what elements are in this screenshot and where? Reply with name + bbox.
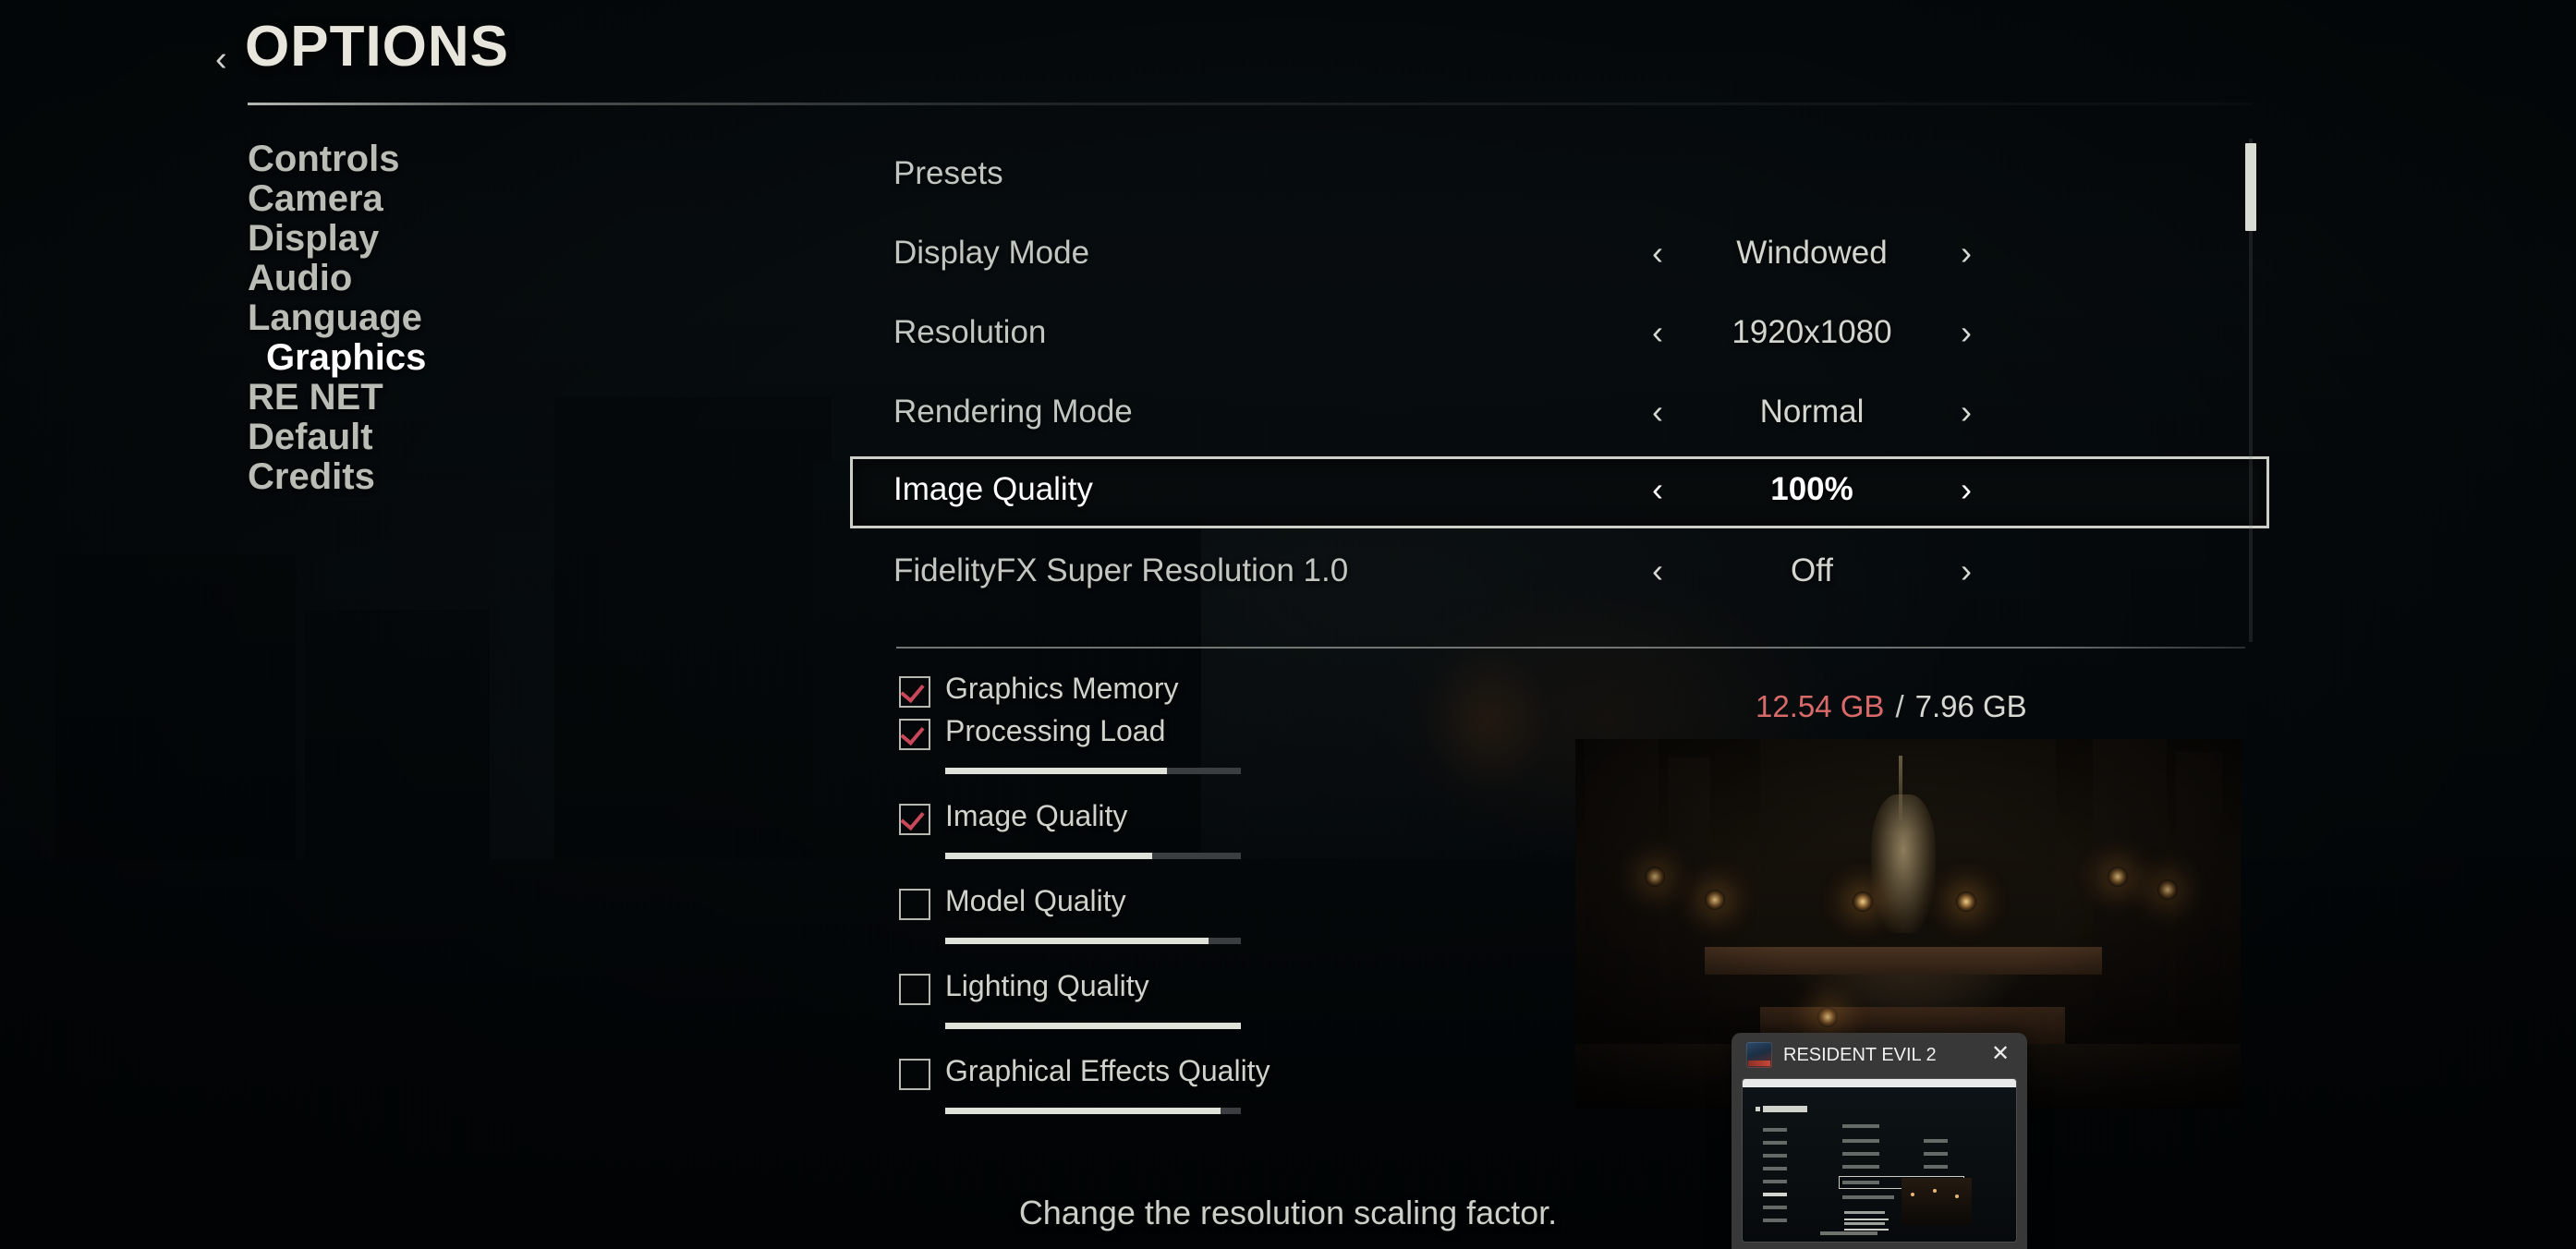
setting-label: Image Quality bbox=[893, 471, 1093, 507]
chevron-left-icon[interactable]: ‹ bbox=[1639, 551, 1676, 591]
thumbnail-page-title bbox=[1763, 1106, 1807, 1112]
setting-row-fidelityfx-super-resolution-1-0[interactable]: FidelityFX Super Resolution 1.0 ‹ Off › bbox=[869, 536, 2245, 606]
checkbox-unchecked-icon[interactable] bbox=[899, 889, 930, 920]
options-sidebar: Controls Camera Display Audio Language Graphi… bbox=[0, 139, 739, 804]
memory-used-value: 12.54 GB bbox=[1756, 689, 1885, 723]
setting-row-image-quality[interactable]: Image Quality ‹ 100% › bbox=[850, 456, 2269, 528]
chevron-right-icon[interactable]: › bbox=[1948, 551, 1985, 591]
sidebar-item-camera[interactable]: Camera bbox=[248, 178, 383, 219]
thumbnail-sidebar-item bbox=[1763, 1154, 1787, 1158]
thumbnail-titlebar bbox=[1743, 1079, 2016, 1087]
thumbnail-setting-row bbox=[1842, 1152, 1879, 1156]
thumbnail-sidebar-item bbox=[1763, 1128, 1787, 1132]
meter-bar bbox=[945, 768, 1241, 774]
resident-evil-2-app-icon bbox=[1746, 1042, 1772, 1068]
page-title: OPTIONS bbox=[245, 15, 510, 79]
header-divider bbox=[248, 103, 2253, 105]
setting-label: Presets bbox=[893, 155, 1003, 191]
thumbnail-popup-title: RESIDENT EVIL 2 bbox=[1783, 1045, 1937, 1065]
checkbox-unchecked-icon[interactable] bbox=[899, 1059, 930, 1090]
sidebar-item-language[interactable]: Language bbox=[248, 297, 422, 338]
chevron-left-icon[interactable]: ‹ bbox=[1639, 233, 1676, 273]
checkbox-checked-icon[interactable] bbox=[899, 676, 930, 708]
sidebar-item-default[interactable]: Default bbox=[248, 417, 373, 457]
chevron-right-icon[interactable]: › bbox=[1948, 312, 1985, 353]
checkbox-unchecked-icon[interactable] bbox=[899, 974, 930, 1005]
setting-label: Resolution bbox=[893, 314, 1047, 350]
sidebar-item-re-net[interactable]: RE NET bbox=[248, 377, 383, 418]
chevron-right-icon[interactable]: › bbox=[1948, 233, 1985, 273]
settings-scrollbar-thumb[interactable] bbox=[2245, 143, 2256, 231]
thumbnail-setting-row bbox=[1842, 1124, 1879, 1128]
thumbnail-popup-header: RESIDENT EVIL 2 ✕ bbox=[1732, 1033, 2027, 1077]
chevron-right-icon[interactable]: › bbox=[1948, 469, 1985, 510]
meter-bar bbox=[945, 853, 1241, 859]
thumbnail-setting-row bbox=[1842, 1181, 1879, 1184]
setting-row-rendering-mode[interactable]: Rendering Mode ‹ Normal › bbox=[869, 377, 2245, 447]
thumbnail-setting-row bbox=[1842, 1139, 1879, 1143]
setting-row-resolution[interactable]: Resolution ‹ 1920x1080 › bbox=[869, 297, 2245, 368]
setting-value: Windowed bbox=[1736, 235, 1888, 271]
checkbox-checked-icon[interactable] bbox=[899, 719, 930, 750]
setting-value: Off bbox=[1790, 552, 1834, 588]
meter-fill bbox=[945, 938, 1209, 944]
checklist-item-label: Processing Load bbox=[945, 714, 1166, 747]
back-chevron-icon[interactable]: ‹ bbox=[215, 42, 227, 77]
setting-row-display-mode[interactable]: Display Mode ‹ Windowed › bbox=[869, 218, 2245, 288]
settings-list-divider bbox=[896, 647, 2245, 649]
setting-value: Normal bbox=[1759, 394, 1865, 430]
thumbnail-setting-value bbox=[1924, 1139, 1948, 1143]
thumbnail-setting-row bbox=[1842, 1165, 1879, 1169]
thumbnail-setting-value bbox=[1924, 1165, 1948, 1169]
thumbnail-sidebar-item bbox=[1763, 1180, 1787, 1183]
graphics-settings-list: Presets Display Mode ‹ Windowed › Resolution ‹… bbox=[850, 139, 2273, 647]
chevron-left-icon[interactable]: ‹ bbox=[1639, 392, 1676, 432]
meter-fill bbox=[945, 768, 1167, 774]
thumbnail-back-chevron-icon bbox=[1756, 1107, 1760, 1111]
checklist-item-label: Graphical Effects Quality bbox=[945, 1054, 1270, 1087]
sidebar-item-graphics[interactable]: Graphics bbox=[266, 337, 426, 378]
graphics-memory-readout: 12.54 GB / 7.96 GB bbox=[1756, 684, 2144, 730]
memory-total-value: 7.96 GB bbox=[1914, 689, 2027, 723]
checklist-item-label: Graphics Memory bbox=[945, 672, 1179, 705]
meter-bar bbox=[945, 1108, 1241, 1114]
setting-row-presets[interactable]: Presets bbox=[869, 139, 2245, 209]
setting-value: 1920x1080 bbox=[1732, 314, 1892, 350]
memory-separator: / bbox=[1895, 689, 1904, 723]
thumbnail-sidebar-item bbox=[1763, 1167, 1787, 1170]
sidebar-item-audio[interactable]: Audio bbox=[248, 258, 352, 298]
meter-bar bbox=[945, 1023, 1241, 1029]
sidebar-item-credits[interactable]: Credits bbox=[248, 456, 375, 497]
checkbox-checked-icon[interactable] bbox=[899, 804, 930, 835]
sidebar-item-display[interactable]: Display bbox=[248, 218, 379, 259]
setting-label: FidelityFX Super Resolution 1.0 bbox=[893, 552, 1349, 588]
meter-fill bbox=[945, 1108, 1221, 1114]
thumbnail-setting-value bbox=[1924, 1152, 1948, 1156]
checklist-item-label: Image Quality bbox=[945, 799, 1128, 832]
checklist-item-label: Lighting Quality bbox=[945, 969, 1149, 1002]
setting-label: Display Mode bbox=[893, 235, 1090, 271]
setting-value: 100% bbox=[1770, 471, 1853, 507]
page-header: ‹ OPTIONS bbox=[0, 0, 2576, 111]
chevron-right-icon[interactable]: › bbox=[1948, 392, 1985, 432]
setting-description: Change the resolution scaling factor. bbox=[1018, 1194, 1558, 1231]
checklist-item-label: Model Quality bbox=[945, 884, 1126, 917]
close-icon[interactable]: ✕ bbox=[1987, 1040, 2014, 1068]
meter-bar bbox=[945, 938, 1241, 944]
setting-label: Rendering Mode bbox=[893, 394, 1133, 430]
meter-fill bbox=[945, 1023, 1241, 1029]
chevron-left-icon[interactable]: ‹ bbox=[1639, 312, 1676, 353]
sidebar-item-controls[interactable]: Controls bbox=[248, 139, 399, 179]
chevron-left-icon[interactable]: ‹ bbox=[1639, 469, 1676, 510]
thumbnail-sidebar-item bbox=[1763, 1141, 1787, 1145]
meter-fill bbox=[945, 853, 1152, 859]
graphics-budget-checklist: Graphics Memory Processing Load Image Qual… bbox=[887, 672, 1534, 1247]
